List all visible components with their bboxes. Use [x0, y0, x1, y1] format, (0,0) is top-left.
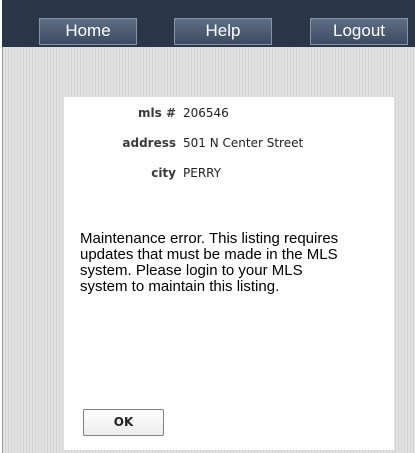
ok-button[interactable]: OK: [83, 409, 164, 436]
mls-row: mls # 206546: [64, 104, 394, 122]
mls-label: mls #: [138, 106, 176, 120]
error-message: Maintenance error. This listing requires…: [80, 230, 339, 295]
home-button[interactable]: Home: [39, 18, 137, 45]
address-value: 501 N Center Street: [183, 136, 304, 150]
maintenance-error-dialog: mls # 206546 address 501 N Center Street…: [64, 97, 394, 450]
city-label: city: [151, 166, 176, 180]
city-value: PERRY: [183, 166, 222, 180]
logout-button[interactable]: Logout: [310, 18, 408, 45]
help-button[interactable]: Help: [174, 18, 272, 45]
address-row: address 501 N Center Street: [64, 134, 394, 152]
city-row: city PERRY: [64, 164, 394, 182]
top-nav-bar: Home Help Logout: [2, 0, 415, 47]
address-label: address: [122, 136, 176, 150]
mls-value: 206546: [183, 106, 229, 120]
